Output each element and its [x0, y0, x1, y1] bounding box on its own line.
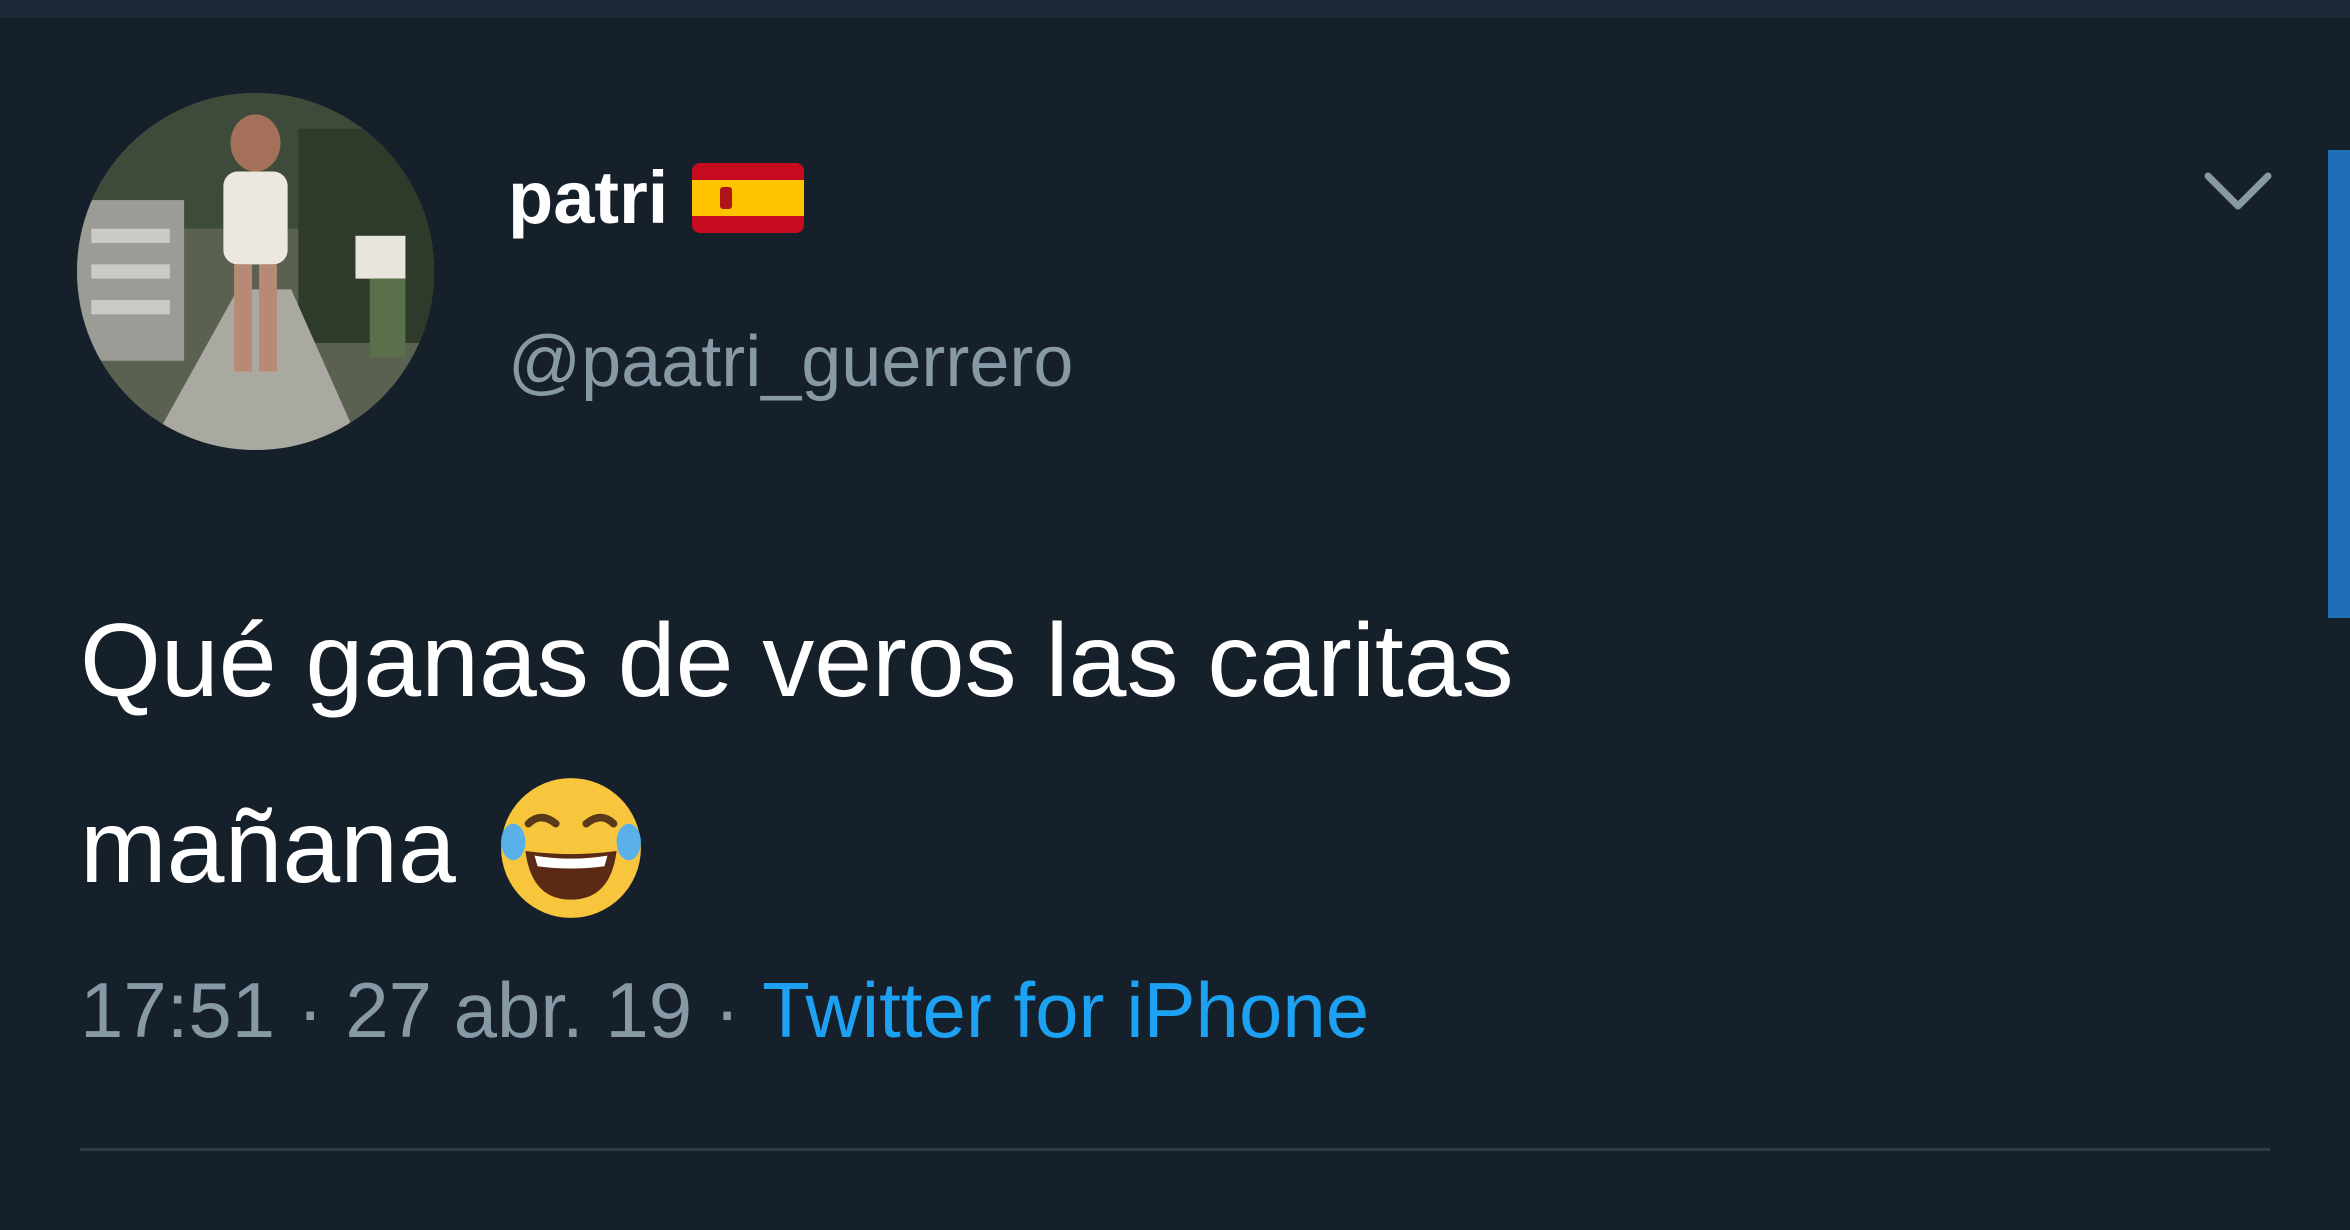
tweet-meta: 17:51 · 27 abr. 19 · Twitter for iPhone [80, 955, 1369, 1065]
top-edge [0, 0, 2350, 18]
author-name[interactable]: patri [508, 148, 805, 248]
tweet-text: Qué ganas de veros las caritas mañana [80, 568, 2230, 940]
user-handle[interactable]: @paatri_guerrero [508, 312, 1073, 412]
separator: · [297, 966, 324, 1054]
face-with-tears-of-joy-icon [495, 772, 647, 924]
avatar-photo [77, 93, 434, 450]
tweet-source-link[interactable]: Twitter for iPhone [762, 966, 1369, 1054]
divider [80, 1148, 2270, 1151]
spain-flag-icon [692, 163, 805, 233]
separator: · [714, 966, 741, 1054]
tweet-time[interactable]: 17:51 [80, 966, 275, 1054]
chevron-down-icon[interactable] [2198, 162, 2278, 222]
tweet-text-line-1: Qué ganas de veros las caritas [80, 603, 1514, 719]
avatar[interactable] [77, 93, 434, 450]
tweet-text-line-2-text: mañana [80, 789, 456, 905]
display-name[interactable]: patri [508, 148, 668, 248]
tweet-text-line-2: mañana [80, 754, 2230, 940]
scrollbar[interactable] [2328, 150, 2350, 618]
tweet-date[interactable]: 27 abr. 19 [345, 966, 692, 1054]
